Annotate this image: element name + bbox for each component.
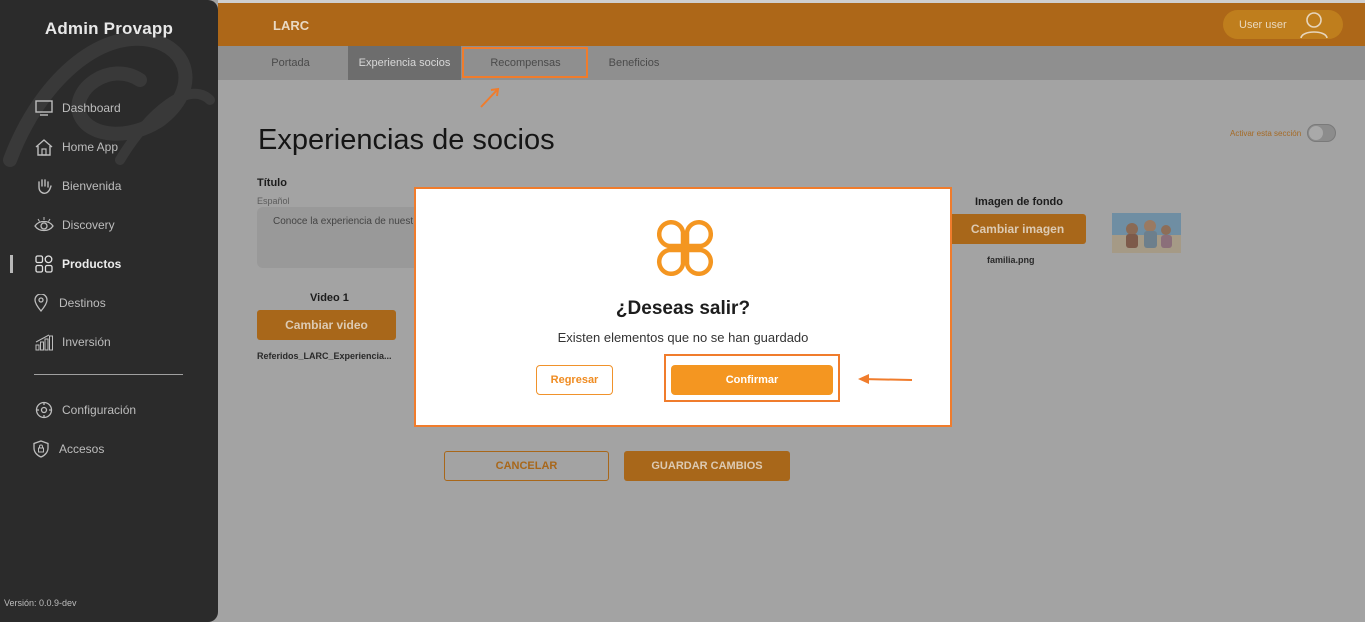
sidebar: Admin Provapp Dashboard Home App Bienven… [0, 0, 218, 622]
change-image-button[interactable]: Cambiar imagen [949, 214, 1086, 244]
video-file-name: Referidos_LARC_Experiencia... [257, 351, 392, 361]
sidebar-item-home-app[interactable]: Home App [0, 133, 218, 161]
confirm-button[interactable]: Confirmar [671, 365, 833, 395]
provapp-logo-icon [656, 219, 714, 277]
annotation-arrow-icon [480, 87, 500, 108]
save-changes-button[interactable]: GUARDAR CAMBIOS [624, 451, 790, 481]
dialog-title: ¿Deseas salir? [615, 298, 751, 319]
sidebar-item-label: Configuración [62, 403, 137, 417]
sidebar-divider [34, 374, 183, 375]
sidebar-item-label: Home App [62, 140, 119, 154]
app-title: Admin Provapp [44, 19, 174, 38]
page-title: Experiencias de socios [258, 124, 555, 156]
sidebar-item-productos[interactable]: Productos [0, 250, 218, 278]
tab-portada[interactable]: Portada [238, 46, 343, 80]
activate-section-toggle[interactable] [1307, 124, 1337, 142]
back-button[interactable]: Regresar [536, 365, 613, 395]
title-input-value: Conoce la experiencia de nuestros socios [273, 216, 413, 227]
tab-recompensas[interactable]: Recompensas [463, 46, 588, 80]
sidebar-item-label: Bienvenida [62, 179, 122, 193]
sidebar-item-label: Discovery [62, 218, 115, 232]
home-icon [33, 136, 55, 158]
exit-confirmation-dialog: ¿Deseas salir? Existen elementos que no … [414, 187, 952, 427]
user-name: User user [1239, 18, 1287, 31]
sidebar-item-accesos[interactable]: Accesos [0, 435, 218, 463]
annotation-arrow-left-icon [858, 374, 913, 384]
user-avatar-icon [1300, 12, 1328, 39]
sidebar-item-label: Accesos [59, 442, 105, 456]
toggle-knob [1309, 126, 1324, 140]
top-header: LARC User user [218, 0, 1365, 46]
language-label: Español [257, 196, 290, 206]
video-label: Video 1 [310, 292, 349, 304]
user-menu-button[interactable]: User user [1223, 10, 1343, 39]
sidebar-item-discovery[interactable]: Discovery [0, 211, 218, 239]
location-pin-icon [30, 292, 52, 314]
sidebar-item-label: Dashboard [62, 101, 121, 115]
image-file-name: familia.png [987, 255, 1035, 265]
sidebar-item-configuracion[interactable]: Configuración [0, 396, 218, 424]
grid-icon [33, 253, 55, 275]
sidebar-item-dashboard[interactable]: Dashboard [0, 94, 218, 122]
title-input[interactable]: Conoce la experiencia de nuestros socios [257, 207, 422, 268]
monitor-icon [33, 97, 55, 119]
tab-experiencia-socios[interactable]: Experiencia socios [348, 46, 461, 80]
bg-image-label: Imagen de fondo [975, 196, 1063, 208]
project-name: LARC [273, 18, 310, 33]
title-field-label: Título [257, 177, 287, 189]
gear-icon [33, 399, 55, 421]
toggle-label: Activar esta sección [1230, 128, 1302, 138]
sidebar-item-destinos[interactable]: Destinos [0, 289, 218, 317]
sidebar-item-label: Destinos [59, 296, 106, 310]
shield-icon [30, 438, 52, 460]
sidebar-item-label: Inversión [62, 335, 111, 349]
tab-beneficios[interactable]: Beneficios [590, 46, 678, 80]
eye-icon [33, 214, 55, 236]
cancel-button[interactable]: CANCELAR [444, 451, 609, 481]
background-image-thumbnail [1112, 213, 1181, 253]
sidebar-item-inversion[interactable]: Inversión [0, 328, 218, 356]
sidebar-item-bienvenida[interactable]: Bienvenida [0, 172, 218, 200]
section-tabs: Portada Experiencia socios Recompensas B… [218, 46, 1365, 80]
wave-hand-icon [33, 175, 55, 197]
bar-chart-icon [33, 331, 55, 353]
sidebar-item-label: Productos [62, 257, 122, 271]
dialog-message: Existen elementos que no se han guardado [557, 330, 809, 345]
change-video-button[interactable]: Cambiar video [257, 310, 396, 340]
version-label: Versión: 0.0.9-dev [4, 598, 77, 608]
section-toggle: Activar esta sección [1230, 124, 1337, 142]
